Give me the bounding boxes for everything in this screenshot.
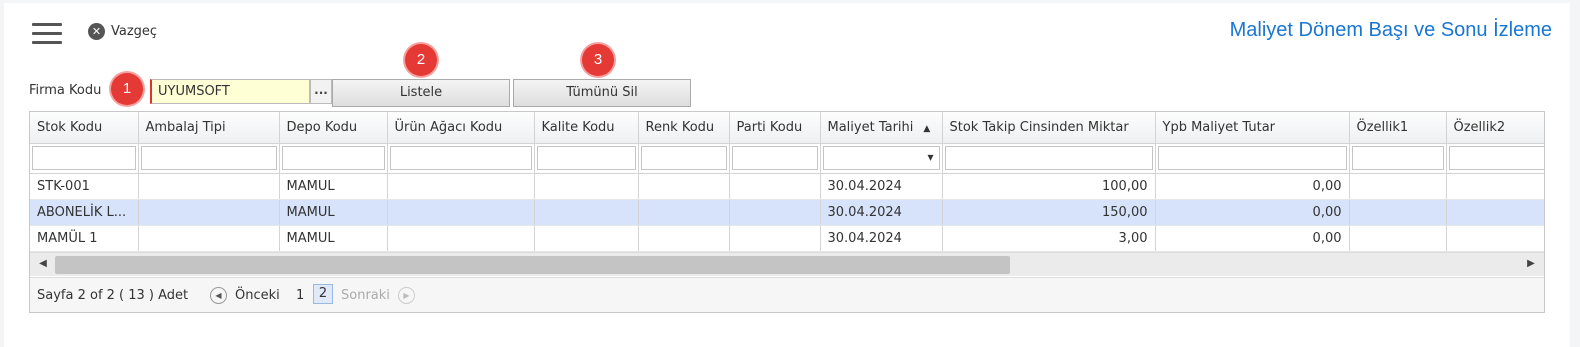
table-cell: MAMÜL 1 [30,225,139,252]
table-cell [534,173,639,200]
table-cell: STK-001 [30,173,139,200]
col-header-color-code[interactable]: Renk Kodu [638,112,730,144]
table-cell: 0,00 [1155,173,1350,200]
table-row-selected[interactable]: ABONELİK L... MAMUL 30.04.2024 150,00 0,… [30,199,1544,226]
table-cell [1446,199,1544,226]
table-cell [1349,199,1447,226]
filter-input[interactable] [944,146,1153,170]
prev-page-link[interactable]: Önceki [235,288,280,303]
prev-page-icon[interactable]: ◀ [210,287,227,304]
col-header-lot-code[interactable]: Parti Kodu [729,112,821,144]
main-panel: Firma Kodu 1 UYUMSOFT ... Listele Tümünü… [4,44,1570,347]
filter-input[interactable] [1351,146,1444,170]
table-cell [729,173,821,200]
table-cell [534,199,639,226]
cancel-button[interactable]: ✕ Vazgeç [88,23,157,40]
filter-input[interactable] [32,146,136,170]
table-cell: 0,00 [1155,199,1350,226]
cancel-label: Vazgeç [111,24,158,39]
col-header-cost-date-label: Maliyet Tarihi [827,119,914,135]
filter-input[interactable] [536,146,636,170]
firm-lookup-button[interactable]: ... [310,79,332,104]
table-cell: 30.04.2024 [820,199,943,226]
filter-input[interactable] [140,146,277,170]
col-header-feature1[interactable]: Özellik1 [1349,112,1447,144]
table-cell: MAMUL [279,199,388,226]
filter-input[interactable] [389,146,532,170]
table-cell [638,199,730,226]
pager: Sayfa 2 of 2 ( 13 ) Adet ◀ Önceki 1 2 So… [30,277,1544,312]
scrollbar-thumb[interactable] [55,256,1010,274]
filter-input[interactable] [731,146,818,170]
header-row: Stok Kodu Ambalaj Tipi Depo Kodu Ürün Ağ… [30,112,1544,144]
table-cell [638,225,730,252]
filter-input[interactable] [1157,146,1347,170]
firm-code-input[interactable]: UYUMSOFT [150,79,310,104]
table-cell [387,199,535,226]
top-bar: ✕ Vazgeç Maliyet Dönem Başı ve Sonu İzle… [4,3,1570,58]
col-header-product-tree-code[interactable]: Ürün Ağacı Kodu [387,112,535,144]
table-cell [1349,225,1447,252]
table-cell [387,173,535,200]
table-cell: 30.04.2024 [820,225,943,252]
table-cell: 30.04.2024 [820,173,943,200]
step-badge-1: 1 [111,73,143,105]
col-header-stock-code[interactable]: Stok Kodu [30,112,139,144]
hamburger-menu-icon[interactable] [32,23,62,47]
filter-input[interactable] [640,146,727,170]
next-page-icon[interactable]: ▶ [398,287,415,304]
table-cell: 150,00 [942,199,1156,226]
table-cell [138,225,280,252]
filter-date-dropdown[interactable] [822,146,940,170]
filter-input[interactable] [1448,146,1544,170]
table-cell: ABONELİK L... [30,199,139,226]
firm-code-label: Firma Kodu [29,83,102,98]
table-cell [729,225,821,252]
table-cell [638,173,730,200]
filter-row [30,143,1544,174]
step-badge-2: 2 [405,44,437,76]
delete-all-button[interactable]: Tümünü Sil [513,79,691,107]
table-cell [534,225,639,252]
col-header-warehouse-code[interactable]: Depo Kodu [279,112,388,144]
col-header-quantity[interactable]: Stok Takip Cinsinden Miktar [942,112,1156,144]
scroll-left-icon[interactable]: ◀ [36,257,50,271]
page-title: Maliyet Dönem Başı ve Sonu İzleme [1229,19,1552,41]
sort-asc-icon: ▲ [923,123,931,134]
page-info: Sayfa 2 of 2 ( 13 ) Adet [37,288,189,303]
table-cell: MAMUL [279,225,388,252]
list-button[interactable]: Listele [332,79,510,107]
close-icon: ✕ [88,23,105,40]
scroll-right-icon[interactable]: ▶ [1524,257,1538,271]
table-cell [138,173,280,200]
table-cell: 0,00 [1155,225,1350,252]
table-cell [1446,173,1544,200]
table-cell [387,225,535,252]
table-cell: MAMUL [279,173,388,200]
horizontal-scrollbar[interactable]: ◀ ▶ [30,252,1544,276]
data-grid: Stok Kodu Ambalaj Tipi Depo Kodu Ürün Ağ… [29,111,1545,313]
table-cell: 3,00 [942,225,1156,252]
filter-input[interactable] [281,146,385,170]
col-header-cost-amount[interactable]: Ypb Maliyet Tutar [1155,112,1350,144]
page-1-link[interactable]: 1 [296,288,304,303]
step-badge-3: 3 [582,44,614,76]
col-header-package-type[interactable]: Ambalaj Tipi [138,112,280,144]
col-header-feature2[interactable]: Özellik2 [1446,112,1544,144]
table-cell [729,199,821,226]
page-2-current[interactable]: 2 [313,284,333,304]
table-cell [1446,225,1544,252]
next-page-link[interactable]: Sonraki [341,288,390,303]
table-cell [1349,173,1447,200]
col-header-cost-date[interactable]: Maliyet Tarihi ▲ [820,112,943,144]
table-cell: 100,00 [942,173,1156,200]
table-row[interactable]: MAMÜL 1 MAMUL 30.04.2024 3,00 0,00 [30,225,1544,252]
table-row[interactable]: STK-001 MAMUL 30.04.2024 100,00 0,00 [30,173,1544,200]
col-header-quality-code[interactable]: Kalite Kodu [534,112,639,144]
table-cell [138,199,280,226]
